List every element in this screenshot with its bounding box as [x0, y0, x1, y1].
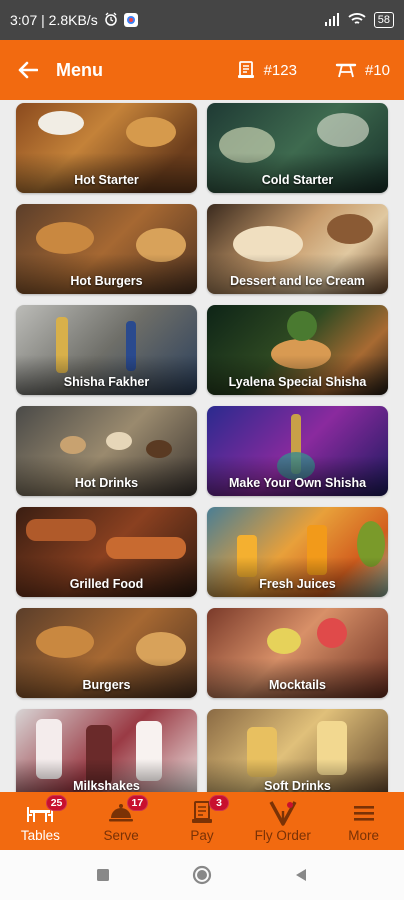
- category-label: Soft Drinks: [264, 779, 331, 792]
- app-bar: Menu #123 #10: [0, 40, 404, 100]
- order-number-indicator[interactable]: #123: [236, 60, 297, 80]
- nav-label: Serve: [103, 828, 139, 843]
- app-notification-icon: [123, 13, 138, 27]
- nav-label: Fly Order: [254, 828, 311, 843]
- category-label: Shisha Fakher: [63, 375, 150, 389]
- category-label: Burgers: [82, 678, 131, 692]
- category-label: Milkshakes: [73, 779, 140, 792]
- circle-icon: [192, 865, 212, 885]
- system-nav-bar: [0, 850, 404, 900]
- nav-item-fly-order[interactable]: Fly Order: [242, 792, 323, 850]
- category-tile-shisha-fakher[interactable]: Shisha Fakher: [16, 305, 197, 395]
- category-label: Fresh Juices: [259, 577, 336, 591]
- nav-item-pay[interactable]: 3 Pay: [162, 792, 243, 850]
- wifi-icon: [348, 12, 366, 29]
- nav-label: Pay: [190, 828, 214, 843]
- table-number-indicator[interactable]: #10: [335, 60, 390, 80]
- category-tile-grilled-food[interactable]: Grilled Food: [16, 507, 197, 597]
- category-tile-cold-starter[interactable]: Cold Starter: [207, 103, 388, 193]
- receipt-icon: [237, 61, 254, 78]
- category-label: Make Your Own Shisha: [228, 476, 367, 490]
- status-right: 58: [324, 12, 394, 29]
- order-number: #123: [263, 61, 297, 79]
- serve-badge: 17: [126, 795, 149, 811]
- category-tile-hot-drinks[interactable]: Hot Drinks: [16, 406, 197, 496]
- category-tile-burgers[interactable]: Burgers: [16, 608, 197, 698]
- back-button[interactable]: [14, 56, 42, 84]
- signal-icon: [324, 12, 340, 29]
- category-label: Dessert and Ice Cream: [230, 274, 365, 288]
- nav-item-more[interactable]: More: [323, 792, 404, 850]
- fly-order-icon: [269, 801, 297, 826]
- category-tile-hot-starter[interactable]: Hot Starter: [16, 103, 197, 193]
- category-label: Cold Starter: [261, 173, 334, 187]
- nav-label: Tables: [20, 828, 60, 843]
- recent-apps-button[interactable]: [91, 863, 115, 887]
- category-tile-fresh-juices[interactable]: Fresh Juices: [207, 507, 388, 597]
- tables-badge: 25: [45, 795, 68, 811]
- nav-item-tables[interactable]: 25 Tables: [0, 792, 81, 850]
- table-icon: [335, 63, 357, 78]
- category-label: Grilled Food: [69, 577, 144, 591]
- triangle-left-icon: [296, 869, 306, 881]
- category-tile-make-your-own-shisha[interactable]: Make Your Own Shisha: [207, 406, 388, 496]
- arrow-left-icon: [18, 61, 38, 79]
- category-label: Hot Burgers: [70, 274, 143, 288]
- category-grid: Hot Starter Cold Starter Hot Burgers Des…: [0, 100, 404, 792]
- status-bar: 3:07 | 2.8KB/s 58: [0, 0, 404, 40]
- category-tile-soft-drinks[interactable]: Soft Drinks: [207, 709, 388, 792]
- back-nav-button[interactable]: [289, 863, 313, 887]
- category-label: Lyalena Special Shisha: [228, 375, 367, 389]
- category-tile-mocktails[interactable]: Mocktails: [207, 608, 388, 698]
- home-button[interactable]: [190, 863, 214, 887]
- status-time-speed: 3:07 | 2.8KB/s: [10, 12, 98, 28]
- category-tile-dessert-and-ice-cream[interactable]: Dessert and Ice Cream: [207, 204, 388, 294]
- alarm-icon: [104, 12, 118, 29]
- nav-label: More: [348, 828, 379, 843]
- category-label: Mocktails: [269, 678, 326, 692]
- category-tile-lyalena-special-shisha[interactable]: Lyalena Special Shisha: [207, 305, 388, 395]
- square-icon: [97, 869, 109, 881]
- menu-icon: [353, 806, 374, 821]
- category-tile-milkshakes[interactable]: Milkshakes: [16, 709, 197, 792]
- table-number: #10: [364, 61, 390, 79]
- pay-badge: 3: [208, 795, 229, 811]
- category-tile-hot-burgers[interactable]: Hot Burgers: [16, 204, 197, 294]
- category-label: Hot Drinks: [74, 476, 139, 490]
- page-title: Menu: [56, 59, 103, 80]
- category-label: Hot Starter: [74, 173, 139, 187]
- battery-indicator: 58: [373, 12, 394, 28]
- status-left: 3:07 | 2.8KB/s: [10, 12, 138, 29]
- bottom-nav: 25 Tables 17 Serve 3 Pay Fly Order More: [0, 792, 404, 850]
- nav-item-serve[interactable]: 17 Serve: [81, 792, 162, 850]
